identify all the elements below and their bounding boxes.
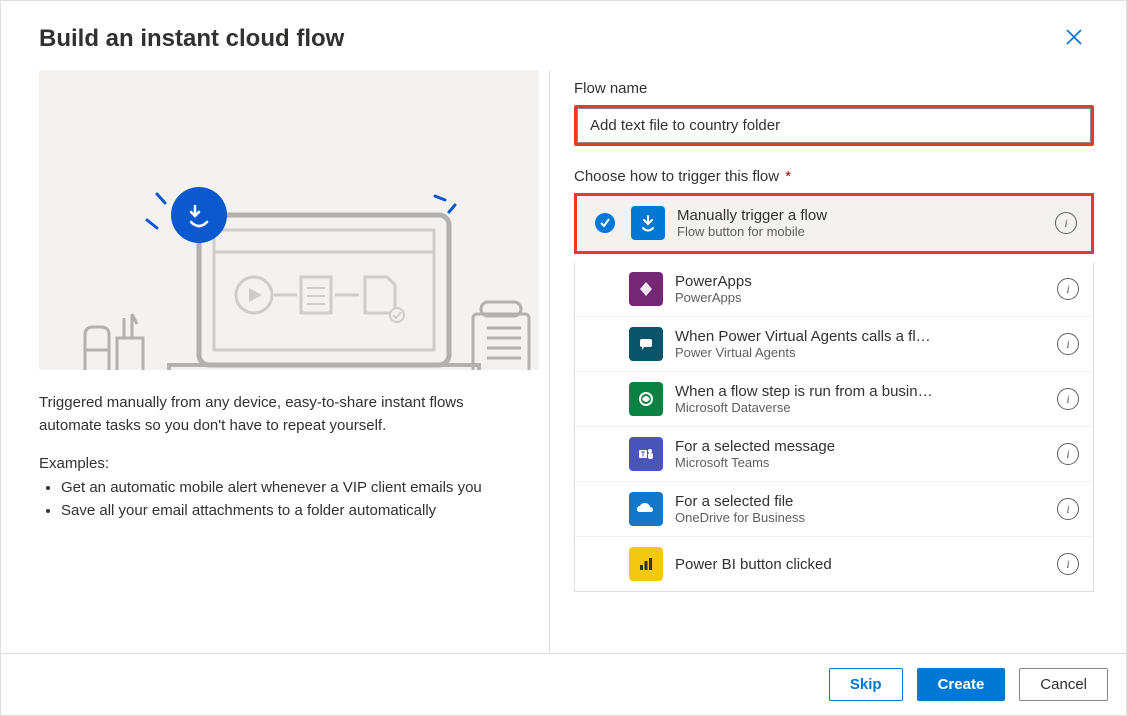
cancel-button[interactable]: Cancel (1019, 668, 1108, 701)
onedrive-icon (629, 492, 663, 526)
info-icon[interactable]: i (1057, 443, 1079, 465)
trigger-pva[interactable]: When Power Virtual Agents calls a fl… Po… (575, 317, 1093, 372)
trigger-manually[interactable]: Manually trigger a flow Flow button for … (577, 196, 1091, 251)
trigger-subtitle: Power Virtual Agents (675, 345, 1045, 360)
close-button[interactable] (1060, 23, 1088, 54)
flow-description: Triggered manually from any device, easy… (39, 392, 519, 437)
trigger-powerbi[interactable]: Power BI button clicked i (575, 537, 1093, 591)
modal-header: Build an instant cloud flow (1, 1, 1126, 70)
trigger-dataverse[interactable]: When a flow step is run from a busin… Mi… (575, 372, 1093, 427)
pva-icon (629, 327, 663, 361)
info-icon[interactable]: i (1057, 278, 1079, 300)
info-icon[interactable]: i (1057, 553, 1079, 575)
flow-name-input[interactable] (577, 108, 1091, 143)
trigger-title: For a selected message (675, 438, 1045, 455)
example-item: Save all your email attachments to a fol… (61, 499, 519, 522)
flow-illustration (39, 70, 539, 370)
info-icon[interactable]: i (1057, 333, 1079, 355)
right-pane[interactable]: Flow name Choose how to trigger this flo… (554, 70, 1126, 653)
radio-slot[interactable] (589, 389, 617, 409)
skip-button[interactable]: Skip (829, 668, 903, 701)
trigger-subtitle: Flow button for mobile (677, 224, 1043, 239)
radio-slot[interactable] (591, 213, 619, 233)
modal-footer: Skip Create Cancel (1, 653, 1126, 715)
powerbi-icon (629, 547, 663, 581)
radio-slot[interactable] (589, 334, 617, 354)
trigger-title: Power BI button clicked (675, 556, 1045, 573)
trigger-list: PowerApps PowerApps i When Power Virtual… (574, 262, 1094, 592)
radio-slot[interactable] (589, 554, 617, 574)
laptop-illustration-icon (39, 70, 539, 370)
trigger-title: PowerApps (675, 273, 1045, 290)
trigger-powerapps[interactable]: PowerApps PowerApps i (575, 262, 1093, 317)
powerapps-icon (629, 272, 663, 306)
radio-slot[interactable] (589, 279, 617, 299)
trigger-list-container: Manually trigger a flow Flow button for … (574, 193, 1094, 592)
pane-divider (549, 70, 550, 653)
flow-button-icon (631, 206, 665, 240)
trigger-label-text: Choose how to trigger this flow (574, 168, 779, 185)
trigger-title: Manually trigger a flow (677, 207, 1043, 224)
checkmark-icon (595, 213, 615, 233)
create-button[interactable]: Create (917, 668, 1006, 701)
svg-text:T: T (641, 452, 646, 459)
trigger-onedrive[interactable]: For a selected file OneDrive for Busines… (575, 482, 1093, 537)
modal-title: Build an instant cloud flow (39, 25, 344, 53)
example-item: Get an automatic mobile alert whenever a… (61, 476, 519, 499)
teams-icon: T (629, 437, 663, 471)
trigger-title: For a selected file (675, 493, 1045, 510)
instant-flow-modal: Build an instant cloud flow (0, 0, 1127, 716)
trigger-title: When a flow step is run from a busin… (675, 383, 1045, 400)
required-asterisk: * (781, 168, 791, 185)
trigger-label: Choose how to trigger this flow * (574, 168, 1094, 185)
left-pane: Triggered manually from any device, easy… (39, 70, 549, 653)
flow-name-label: Flow name (574, 80, 1094, 97)
trigger-subtitle: Microsoft Dataverse (675, 400, 1045, 415)
info-icon[interactable]: i (1055, 212, 1077, 234)
trigger-subtitle: Microsoft Teams (675, 455, 1045, 470)
examples-list: Get an automatic mobile alert whenever a… (39, 476, 519, 523)
close-icon (1064, 27, 1084, 47)
trigger-title: When Power Virtual Agents calls a fl… (675, 328, 1045, 345)
info-icon[interactable]: i (1057, 388, 1079, 410)
trigger-subtitle: PowerApps (675, 290, 1045, 305)
trigger-teams[interactable]: T For a selected message Microsoft Teams… (575, 427, 1093, 482)
trigger-subtitle: OneDrive for Business (675, 510, 1045, 525)
info-icon[interactable]: i (1057, 498, 1079, 520)
examples-heading: Examples: (39, 455, 519, 472)
modal-content: Triggered manually from any device, easy… (1, 70, 1126, 653)
trigger-selected-highlight: Manually trigger a flow Flow button for … (574, 193, 1094, 254)
radio-slot[interactable] (589, 444, 617, 464)
radio-slot[interactable] (589, 499, 617, 519)
dataverse-icon (629, 382, 663, 416)
flow-name-highlight (574, 105, 1094, 146)
